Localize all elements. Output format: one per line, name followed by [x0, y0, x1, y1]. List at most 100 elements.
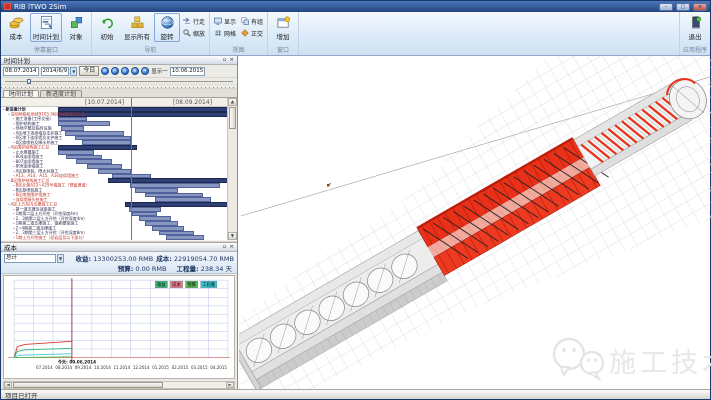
timeline-slider[interactable]	[1, 78, 237, 85]
rotate-button[interactable]: 旋转	[154, 13, 180, 42]
trench-model	[239, 56, 711, 391]
ribbon-group-label: 停靠窗口	[3, 47, 89, 55]
dropdown-arrow-icon[interactable]: ▼	[57, 254, 64, 263]
gantt-body: -新进度计划-深圳地铁机场线9103-3标段地铁施工汇总-施工准备(工序交接)-…	[1, 107, 227, 240]
gantt-timescale-header: [10.07.2014] [08.09.2014]	[1, 98, 237, 107]
close-button[interactable]: ×	[693, 3, 707, 11]
quantity-summary: 工程量: 238.34 天	[177, 263, 233, 273]
chart-horizontal-scrollbar[interactable]: ◄ ►	[3, 381, 235, 389]
grouped-windows-icon	[241, 17, 249, 25]
cost-curve-chart: 收益成本预算工程量07.201408.201409.201410.201411.…	[4, 276, 234, 378]
legend-label: 工程量	[202, 281, 215, 288]
schedule-icon	[39, 15, 54, 30]
ribbon-group-view: 显示 网格 有组 正交 视图	[210, 12, 268, 55]
scroll-thumb[interactable]	[13, 382, 163, 388]
schedule-panel-title: 时间计划	[4, 55, 30, 65]
schedule-panel-header: 时间计划 ▫ ×	[1, 56, 237, 65]
slider-track	[5, 81, 233, 82]
ortho-cube-icon	[241, 29, 249, 37]
coins-icon	[9, 15, 24, 30]
task-row[interactable]: -1期土方开挖施工（泥岩层及以下部分）	[1, 235, 231, 240]
x-axis-label: 04.2015	[210, 365, 227, 370]
playback-stop-button[interactable]: •	[141, 67, 149, 75]
date-to-field[interactable]: 10.06.2015	[170, 67, 206, 76]
pivot-dot-green	[330, 183, 331, 184]
expander-icon[interactable]: -	[8, 178, 10, 183]
schedule-cost-panel: 时间计划 ▫ × 08.07.2014 2014/6/9 ▼ 今日 « ‹ › …	[1, 56, 238, 389]
app-logo-icon	[4, 3, 11, 10]
task-label: 1期土方开挖施工（泥岩层及以下部分）	[16, 235, 87, 240]
viewport-3d[interactable]: 施工技术	[239, 56, 710, 389]
ribbon-group-application: 退出 应用程序	[679, 12, 710, 55]
wechat-icon	[554, 339, 584, 369]
schedule-button[interactable]: 时间计划	[30, 13, 62, 42]
scroll-down-icon[interactable]: ▼	[228, 232, 237, 240]
timescale-date: [08.09.2014]	[173, 99, 212, 106]
initial-button[interactable]: 初始	[94, 13, 120, 42]
gantt-vertical-scrollbar[interactable]: ▲ ▼	[227, 98, 237, 240]
tab-schedule[interactable]: 时间计划	[3, 90, 39, 97]
float-panel-icon[interactable]: ▫	[223, 56, 227, 64]
ribbon-group-nav: 初始 显示所有 旋转 行走 缩放 导航	[92, 12, 210, 55]
budget-summary: 预算: 0.00 RMB	[118, 263, 167, 273]
playback-play-button[interactable]: ›	[121, 67, 129, 75]
expander-icon[interactable]: -	[8, 202, 10, 207]
pivot-dot	[327, 184, 330, 187]
expander-icon[interactable]: -	[8, 112, 10, 117]
date-picker[interactable]: 2014/6/9 ▼	[41, 67, 78, 76]
cost-panel-title: 成本	[4, 242, 17, 252]
show-range-label: 显示一	[151, 67, 168, 75]
display-button[interactable]: 显示	[212, 16, 238, 26]
close-panel-icon[interactable]: ×	[229, 243, 234, 251]
x-axis-label: 03.2015	[191, 365, 208, 370]
dropdown-arrow-icon[interactable]: ▼	[70, 67, 77, 76]
cost-button[interactable]: 成本	[3, 13, 29, 42]
scroll-up-icon[interactable]: ▲	[228, 98, 237, 106]
tab-new-progress[interactable]: 新进度计划	[40, 90, 82, 97]
window-title: RIB iTWO 2Sim	[14, 3, 67, 11]
playback-first-button[interactable]: «	[101, 67, 109, 75]
show-all-icon	[130, 15, 145, 30]
playback-next-button[interactable]: »	[131, 67, 139, 75]
legend-label: 成本	[172, 281, 181, 288]
scene-canvas[interactable]: 施工技术	[239, 56, 711, 391]
series-收益	[14, 348, 72, 357]
zoom-button[interactable]: 缩放	[181, 28, 207, 38]
scroll-thumb[interactable]	[229, 107, 236, 129]
timescale-date: [10.07.2014]	[85, 99, 124, 106]
expander-icon[interactable]: -	[13, 235, 15, 240]
exit-button[interactable]: 退出	[682, 13, 708, 42]
schedule-toolbar: 08.07.2014 2014/6/9 ▼ 今日 « ‹ › » • 显示一 1…	[1, 65, 237, 78]
expander-icon[interactable]: -	[8, 145, 10, 150]
watermark-text: 施工技术	[609, 348, 711, 379]
playback-prev-button[interactable]: ‹	[111, 67, 119, 75]
expander-icon[interactable]: -	[3, 107, 5, 112]
gantt-chart[interactable]: [10.07.2014] [08.09.2014] -新进度计划-深圳地铁机场线…	[1, 98, 237, 240]
x-axis-label: 12.2014	[133, 365, 150, 370]
slider-thumb[interactable]	[27, 79, 31, 84]
minimize-button[interactable]: –	[659, 3, 673, 11]
objects-button[interactable]: 对象	[63, 13, 89, 42]
maximize-button[interactable]: □	[676, 3, 690, 11]
float-panel-icon[interactable]: ▫	[223, 243, 227, 251]
scroll-left-icon[interactable]: ◄	[4, 382, 12, 388]
ortho-button[interactable]: 正交	[239, 28, 265, 38]
ribbon-group-label: 导航	[94, 47, 207, 55]
today-label: 今天: 09.06.2014	[58, 359, 96, 366]
today-button[interactable]: 今日	[79, 66, 99, 76]
cost-scope-select[interactable]: 总计 ▼	[4, 254, 64, 263]
walk-button[interactable]: 行走	[181, 16, 207, 26]
display-icon	[214, 17, 222, 25]
ribbon-toolbar: 成本 时间计划 对象 停靠窗口 初始 显示所有	[1, 12, 710, 56]
grouped-button[interactable]: 有组	[239, 16, 265, 26]
cost-panel-header: 成本 ▫ ×	[1, 243, 237, 252]
revenue-summary: 收益: 13300253.00 RMB	[75, 253, 153, 263]
show-all-button[interactable]: 显示所有	[121, 13, 153, 42]
app-window: { "window": { "title": "RIB iTWO 2Sim", …	[0, 0, 711, 400]
grid-toggle-button[interactable]: 网格	[212, 28, 238, 38]
add-window-button[interactable]: 增加	[270, 13, 296, 42]
date-from-field[interactable]: 08.07.2014	[3, 67, 39, 76]
x-axis-label: 07.2014	[36, 365, 53, 370]
scroll-right-icon[interactable]: ►	[226, 382, 234, 388]
close-panel-icon[interactable]: ×	[229, 56, 234, 64]
